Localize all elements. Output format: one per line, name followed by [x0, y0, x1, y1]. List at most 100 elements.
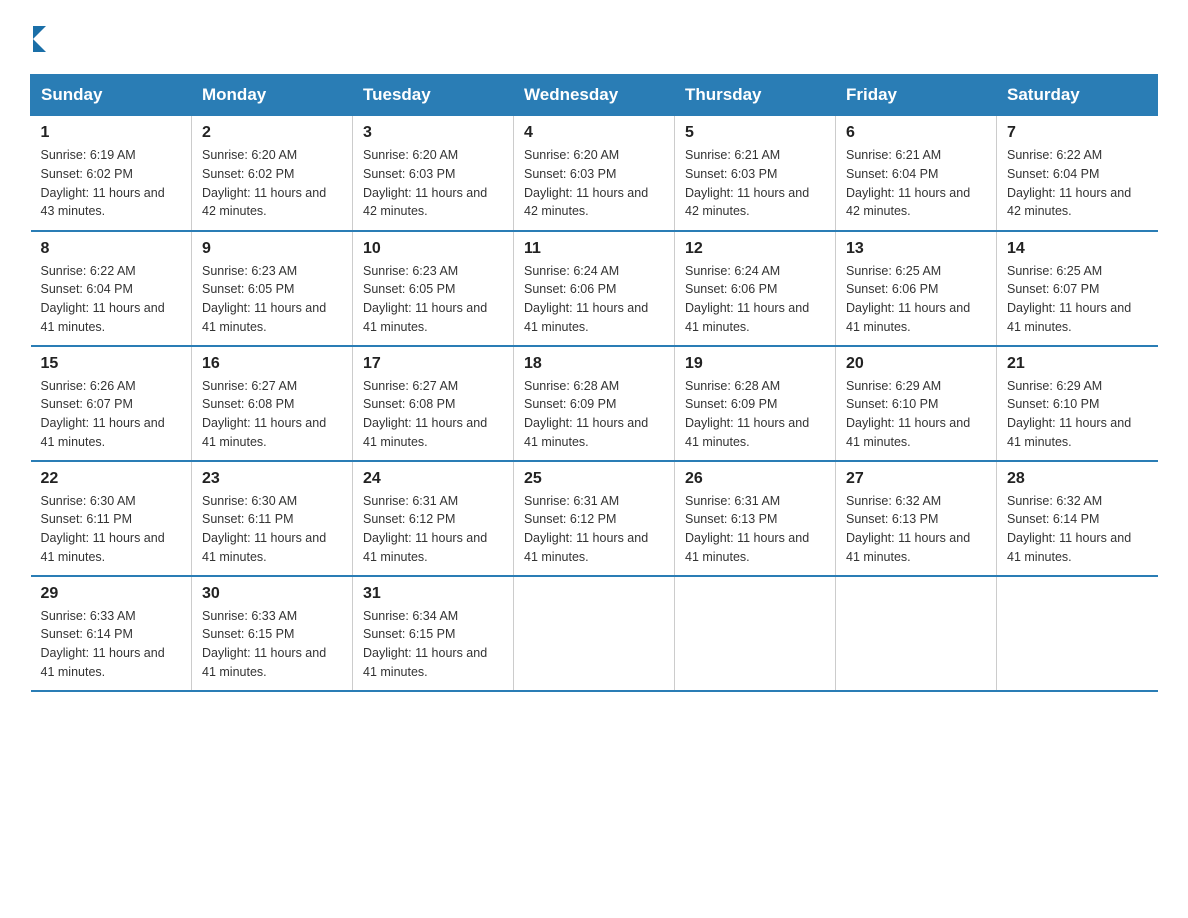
day-number: 13 [846, 240, 986, 258]
calendar-cell: 9 Sunrise: 6:23 AMSunset: 6:05 PMDayligh… [192, 231, 353, 346]
day-number: 11 [524, 240, 664, 258]
day-number: 17 [363, 355, 503, 373]
day-info: Sunrise: 6:23 AMSunset: 6:05 PMDaylight:… [202, 264, 326, 334]
day-number: 19 [685, 355, 825, 373]
day-number: 21 [1007, 355, 1148, 373]
day-number: 9 [202, 240, 342, 258]
calendar-cell [997, 576, 1158, 691]
calendar-week-row: 29 Sunrise: 6:33 AMSunset: 6:14 PMDaylig… [31, 576, 1158, 691]
day-number: 16 [202, 355, 342, 373]
day-number: 18 [524, 355, 664, 373]
calendar-cell [514, 576, 675, 691]
calendar-cell: 31 Sunrise: 6:34 AMSunset: 6:15 PMDaylig… [353, 576, 514, 691]
day-number: 6 [846, 124, 986, 142]
page-header [30, 20, 1158, 54]
day-info: Sunrise: 6:20 AMSunset: 6:02 PMDaylight:… [202, 148, 326, 218]
day-info: Sunrise: 6:23 AMSunset: 6:05 PMDaylight:… [363, 264, 487, 334]
day-info: Sunrise: 6:30 AMSunset: 6:11 PMDaylight:… [41, 494, 165, 564]
weekday-header-wednesday: Wednesday [514, 75, 675, 116]
day-number: 23 [202, 470, 342, 488]
day-info: Sunrise: 6:25 AMSunset: 6:07 PMDaylight:… [1007, 264, 1131, 334]
calendar-week-row: 15 Sunrise: 6:26 AMSunset: 6:07 PMDaylig… [31, 346, 1158, 461]
calendar-week-row: 22 Sunrise: 6:30 AMSunset: 6:11 PMDaylig… [31, 461, 1158, 576]
calendar-table: SundayMondayTuesdayWednesdayThursdayFrid… [30, 74, 1158, 692]
day-info: Sunrise: 6:21 AMSunset: 6:04 PMDaylight:… [846, 148, 970, 218]
day-number: 15 [41, 355, 182, 373]
day-number: 31 [363, 585, 503, 603]
calendar-cell: 12 Sunrise: 6:24 AMSunset: 6:06 PMDaylig… [675, 231, 836, 346]
calendar-cell [675, 576, 836, 691]
day-number: 1 [41, 124, 182, 142]
day-info: Sunrise: 6:21 AMSunset: 6:03 PMDaylight:… [685, 148, 809, 218]
day-info: Sunrise: 6:29 AMSunset: 6:10 PMDaylight:… [1007, 379, 1131, 449]
day-number: 30 [202, 585, 342, 603]
day-number: 28 [1007, 470, 1148, 488]
calendar-cell: 26 Sunrise: 6:31 AMSunset: 6:13 PMDaylig… [675, 461, 836, 576]
day-number: 22 [41, 470, 182, 488]
day-number: 14 [1007, 240, 1148, 258]
weekday-header-row: SundayMondayTuesdayWednesdayThursdayFrid… [31, 75, 1158, 116]
day-number: 27 [846, 470, 986, 488]
calendar-cell: 16 Sunrise: 6:27 AMSunset: 6:08 PMDaylig… [192, 346, 353, 461]
calendar-cell: 24 Sunrise: 6:31 AMSunset: 6:12 PMDaylig… [353, 461, 514, 576]
calendar-cell: 19 Sunrise: 6:28 AMSunset: 6:09 PMDaylig… [675, 346, 836, 461]
calendar-cell: 13 Sunrise: 6:25 AMSunset: 6:06 PMDaylig… [836, 231, 997, 346]
day-number: 10 [363, 240, 503, 258]
weekday-header-tuesday: Tuesday [353, 75, 514, 116]
day-info: Sunrise: 6:20 AMSunset: 6:03 PMDaylight:… [524, 148, 648, 218]
calendar-cell: 23 Sunrise: 6:30 AMSunset: 6:11 PMDaylig… [192, 461, 353, 576]
day-number: 2 [202, 124, 342, 142]
day-number: 3 [363, 124, 503, 142]
calendar-cell: 10 Sunrise: 6:23 AMSunset: 6:05 PMDaylig… [353, 231, 514, 346]
day-info: Sunrise: 6:19 AMSunset: 6:02 PMDaylight:… [41, 148, 165, 218]
day-info: Sunrise: 6:31 AMSunset: 6:12 PMDaylight:… [363, 494, 487, 564]
calendar-cell: 4 Sunrise: 6:20 AMSunset: 6:03 PMDayligh… [514, 116, 675, 231]
day-info: Sunrise: 6:31 AMSunset: 6:13 PMDaylight:… [685, 494, 809, 564]
calendar-cell: 20 Sunrise: 6:29 AMSunset: 6:10 PMDaylig… [836, 346, 997, 461]
day-number: 29 [41, 585, 182, 603]
weekday-header-friday: Friday [836, 75, 997, 116]
calendar-cell: 8 Sunrise: 6:22 AMSunset: 6:04 PMDayligh… [31, 231, 192, 346]
day-info: Sunrise: 6:25 AMSunset: 6:06 PMDaylight:… [846, 264, 970, 334]
day-number: 4 [524, 124, 664, 142]
day-number: 24 [363, 470, 503, 488]
day-info: Sunrise: 6:20 AMSunset: 6:03 PMDaylight:… [363, 148, 487, 218]
calendar-week-row: 1 Sunrise: 6:19 AMSunset: 6:02 PMDayligh… [31, 116, 1158, 231]
day-number: 8 [41, 240, 182, 258]
day-info: Sunrise: 6:26 AMSunset: 6:07 PMDaylight:… [41, 379, 165, 449]
calendar-cell: 5 Sunrise: 6:21 AMSunset: 6:03 PMDayligh… [675, 116, 836, 231]
calendar-cell: 6 Sunrise: 6:21 AMSunset: 6:04 PMDayligh… [836, 116, 997, 231]
day-info: Sunrise: 6:32 AMSunset: 6:13 PMDaylight:… [846, 494, 970, 564]
day-info: Sunrise: 6:32 AMSunset: 6:14 PMDaylight:… [1007, 494, 1131, 564]
logo [30, 20, 46, 54]
day-info: Sunrise: 6:22 AMSunset: 6:04 PMDaylight:… [41, 264, 165, 334]
calendar-cell: 3 Sunrise: 6:20 AMSunset: 6:03 PMDayligh… [353, 116, 514, 231]
calendar-cell: 1 Sunrise: 6:19 AMSunset: 6:02 PMDayligh… [31, 116, 192, 231]
calendar-cell: 25 Sunrise: 6:31 AMSunset: 6:12 PMDaylig… [514, 461, 675, 576]
day-info: Sunrise: 6:22 AMSunset: 6:04 PMDaylight:… [1007, 148, 1131, 218]
calendar-cell: 21 Sunrise: 6:29 AMSunset: 6:10 PMDaylig… [997, 346, 1158, 461]
day-info: Sunrise: 6:29 AMSunset: 6:10 PMDaylight:… [846, 379, 970, 449]
day-number: 26 [685, 470, 825, 488]
day-info: Sunrise: 6:24 AMSunset: 6:06 PMDaylight:… [524, 264, 648, 334]
day-number: 5 [685, 124, 825, 142]
day-info: Sunrise: 6:28 AMSunset: 6:09 PMDaylight:… [685, 379, 809, 449]
calendar-cell: 2 Sunrise: 6:20 AMSunset: 6:02 PMDayligh… [192, 116, 353, 231]
calendar-cell: 29 Sunrise: 6:33 AMSunset: 6:14 PMDaylig… [31, 576, 192, 691]
calendar-cell: 11 Sunrise: 6:24 AMSunset: 6:06 PMDaylig… [514, 231, 675, 346]
day-info: Sunrise: 6:27 AMSunset: 6:08 PMDaylight:… [202, 379, 326, 449]
day-number: 12 [685, 240, 825, 258]
weekday-header-saturday: Saturday [997, 75, 1158, 116]
day-info: Sunrise: 6:31 AMSunset: 6:12 PMDaylight:… [524, 494, 648, 564]
day-info: Sunrise: 6:34 AMSunset: 6:15 PMDaylight:… [363, 609, 487, 679]
calendar-cell: 28 Sunrise: 6:32 AMSunset: 6:14 PMDaylig… [997, 461, 1158, 576]
calendar-week-row: 8 Sunrise: 6:22 AMSunset: 6:04 PMDayligh… [31, 231, 1158, 346]
day-number: 25 [524, 470, 664, 488]
day-info: Sunrise: 6:30 AMSunset: 6:11 PMDaylight:… [202, 494, 326, 564]
calendar-cell: 22 Sunrise: 6:30 AMSunset: 6:11 PMDaylig… [31, 461, 192, 576]
day-number: 20 [846, 355, 986, 373]
day-info: Sunrise: 6:33 AMSunset: 6:15 PMDaylight:… [202, 609, 326, 679]
calendar-cell: 17 Sunrise: 6:27 AMSunset: 6:08 PMDaylig… [353, 346, 514, 461]
calendar-cell [836, 576, 997, 691]
calendar-cell: 18 Sunrise: 6:28 AMSunset: 6:09 PMDaylig… [514, 346, 675, 461]
